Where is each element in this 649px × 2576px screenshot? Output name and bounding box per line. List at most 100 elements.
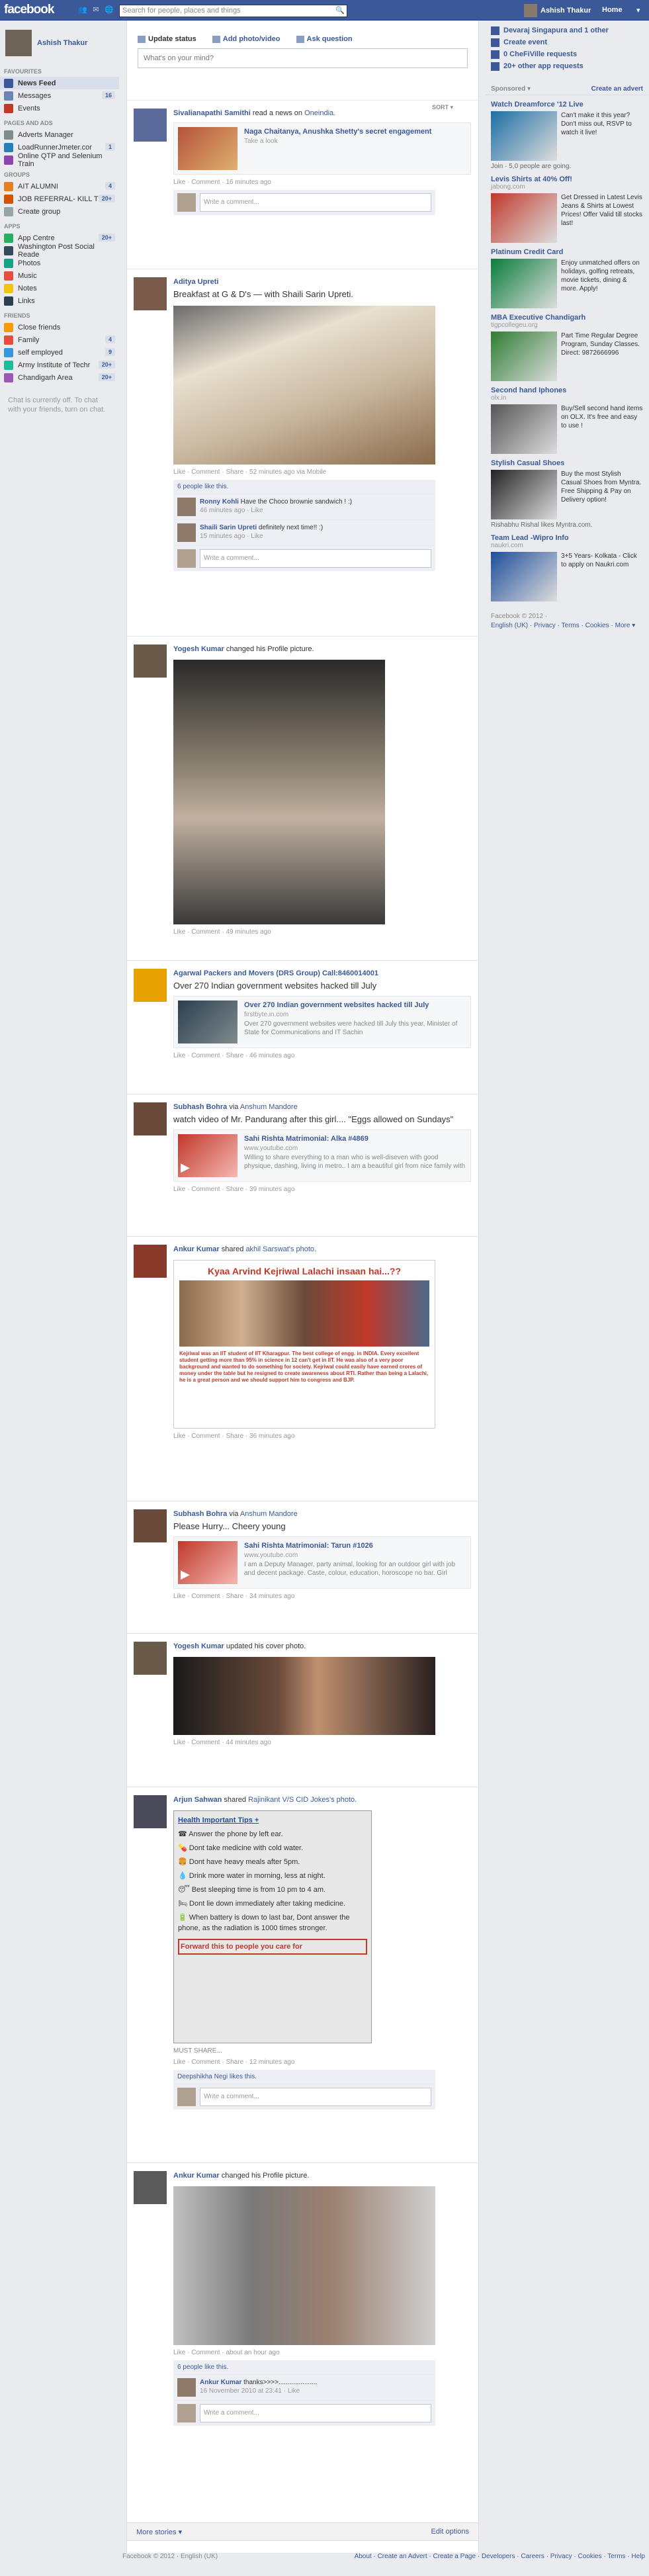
attachment-thumbnail[interactable]: ▶ [178, 1541, 238, 1584]
sponsored-ad[interactable]: MBA Executive Chandigarh tigpcollegeu.org… [486, 308, 648, 381]
sidebar-item-favourites[interactable]: Events [0, 102, 119, 114]
ad-title[interactable]: Watch Dreamforce '12 Live [491, 101, 643, 109]
sidebar-item-groups[interactable]: JOB REFERRAL- KILL TH 20+ [0, 193, 119, 205]
story-avatar[interactable] [134, 644, 167, 678]
story-actor[interactable]: Ankur Kumar [173, 1245, 220, 1253]
story-actor[interactable]: Sivalianapathi Samithi [173, 109, 251, 117]
chat-off-notice[interactable]: Chat is currently off. To chat with your… [0, 384, 119, 426]
add-photo-tab[interactable]: Add photo/video [212, 35, 281, 43]
shared-image[interactable]: Kyaa Arvind Kejriwal Lalachi insaan hai.… [173, 1260, 435, 1429]
story-avatar[interactable] [134, 1795, 167, 1828]
story-target[interactable]: Oneindia. [304, 109, 335, 117]
sidebar-item-groups[interactable]: Create group [0, 205, 119, 218]
comment-input[interactable]: Write a comment... [200, 549, 431, 568]
story-avatar[interactable] [134, 109, 167, 142]
story-attachment[interactable]: Naga Chaitanya, Anushka Shetty's secret … [173, 122, 471, 175]
story-meta[interactable]: Like · Comment · Share · 39 minutes ago [173, 1186, 471, 1193]
attachment-title[interactable]: Over 270 Indian government websites hack… [244, 1000, 466, 1010]
ask-question-tab[interactable]: Ask question [296, 35, 353, 43]
ad-image[interactable] [491, 193, 557, 243]
sponsored-label[interactable]: Sponsored ▾ [491, 85, 531, 93]
story-avatar[interactable] [134, 1245, 167, 1278]
comment-input[interactable]: Write a comment... [200, 2404, 431, 2422]
story-actor[interactable]: Subhash Bohra [173, 1103, 227, 1111]
comment-input[interactable]: Write a comment... [200, 193, 431, 212]
ad-title[interactable]: Stylish Casual Shoes [491, 459, 643, 467]
story-meta[interactable]: Like · Comment · Share · 36 minutes ago [173, 1433, 471, 1440]
home-link[interactable]: Home [602, 6, 623, 14]
sidebar-item-favourites[interactable]: Messages 16 [0, 89, 119, 102]
attachment-thumbnail[interactable]: ▶ [178, 1134, 238, 1177]
story-meta[interactable]: Like · Comment · 44 minutes ago [173, 1739, 471, 1746]
sidebar-item-apps[interactable]: Music [0, 269, 119, 282]
ad-title[interactable]: MBA Executive Chandigarh [491, 314, 643, 322]
attachment-title[interactable]: Sahi Rishta Matrimonial: Tarun #1026 [244, 1541, 466, 1550]
notifications-icon[interactable]: 🌐 [105, 5, 114, 14]
sidebar-item-groups[interactable]: AIT ALUMNI 4 [0, 180, 119, 193]
story-actor[interactable]: Yogesh Kumar [173, 1642, 224, 1650]
sponsored-ad[interactable]: Levis Shirts at 40% Off! jabong.com Get Dr… [486, 170, 648, 243]
story-photo[interactable] [173, 306, 435, 465]
attachment-title[interactable]: Sahi Rishta Matrimonial: Alka #4869 [244, 1134, 466, 1143]
sidebar-item-friends[interactable]: self employed 9 [0, 346, 119, 359]
ad-title[interactable]: Platinum Credit Card [491, 248, 643, 256]
sponsored-ad[interactable]: Stylish Casual Shoes Buy the most Stylish… [486, 454, 648, 529]
ad-image[interactable] [491, 332, 557, 381]
sidebar-item-apps[interactable]: Washington Post Social Reade [0, 243, 119, 259]
story-meta[interactable]: Like · Comment · 16 minutes ago [173, 179, 471, 186]
update-status-tab[interactable]: Update status [138, 35, 196, 43]
search-input[interactable]: Search for people, places and things [119, 5, 347, 17]
sidebar-item-friends[interactable]: Army Institute of Techr 20+ [0, 359, 119, 371]
comment-author[interactable]: Shaili Sarin Upreti [200, 524, 257, 531]
sidebar-item-pages[interactable]: Online QTP and Selenium Train [0, 152, 119, 168]
story-photo[interactable] [173, 2186, 435, 2345]
sidebar-item-friends[interactable]: Close friends [0, 321, 119, 333]
story-avatar[interactable] [134, 1102, 167, 1135]
attachment-title[interactable]: Naga Chaitanya, Anushka Shetty's secret … [244, 127, 431, 136]
story-target[interactable]: Anshum Mandore [240, 1510, 298, 1518]
comment-avatar[interactable] [177, 498, 196, 516]
ad-image[interactable] [491, 111, 557, 161]
sidebar-item-friends[interactable]: Chandigarh Area 20+ [0, 371, 119, 384]
story-avatar[interactable] [134, 1509, 167, 1542]
sidebar-item-favourites[interactable]: News Feed [0, 77, 119, 89]
story-avatar[interactable] [134, 277, 167, 310]
profile-link[interactable]: Ashish Thakur [0, 21, 119, 63]
story-actor[interactable]: Aditya Upreti [173, 278, 218, 286]
more-stories-link[interactable]: More stories ▾ [136, 2528, 182, 2536]
create-ad-link[interactable]: Create an advert [591, 85, 643, 93]
story-photo[interactable] [173, 660, 385, 924]
sidebar-item-apps[interactable]: Photos [0, 257, 119, 269]
story-actor[interactable]: Arjun Sahwan [173, 1796, 222, 1804]
sponsored-ad[interactable]: Team Lead -Wipro Info naukri.com 3+5 Years… [486, 529, 648, 601]
messages-icon[interactable]: ✉ [91, 5, 101, 14]
story-target[interactable]: Anshum Mandore [240, 1103, 298, 1111]
status-input[interactable]: What's on your mind? [138, 48, 468, 68]
sponsored-ad[interactable]: Second hand Iphones olx.in Buy/Sell second… [486, 381, 648, 454]
story-attachment[interactable]: ▶ Sahi Rishta Matrimonial: Alka #4869 www.… [173, 1130, 471, 1182]
attachment-thumbnail[interactable] [178, 127, 238, 170]
sidebar-item-pages[interactable]: Adverts Manager [0, 128, 119, 141]
ad-image[interactable] [491, 470, 557, 519]
ad-title[interactable]: Levis Shirts at 40% Off! [491, 175, 643, 183]
friend-requests-icon[interactable]: 👥 [78, 5, 87, 14]
ad-image[interactable] [491, 259, 557, 308]
ad-title[interactable]: Team Lead -Wipro Info [491, 534, 643, 542]
ad-image[interactable] [491, 552, 557, 601]
comment-author[interactable]: Ronny Kohli [200, 498, 239, 506]
story-meta[interactable]: Like · Comment · Share · 34 minutes ago [173, 1593, 471, 1600]
comment-input[interactable]: Write a comment... [200, 2088, 431, 2106]
facebook-logo[interactable]: facebook [4, 3, 54, 17]
story-avatar[interactable] [134, 2171, 167, 2204]
story-actor[interactable]: Yogesh Kumar [173, 645, 224, 653]
story-meta[interactable]: Like · Comment · about an hour ago [173, 2349, 471, 2356]
request-item[interactable]: Devaraj Singapura and 1 other [491, 24, 643, 36]
story-meta[interactable]: Like · Comment · Share · 52 minutes ago … [173, 468, 471, 476]
story-attachment[interactable]: Over 270 Indian government websites hack… [173, 996, 471, 1048]
story-target[interactable]: Rajinikant V/S CID Jokes's photo. [248, 1796, 357, 1804]
like-sentence[interactable]: 6 people like this. [173, 480, 435, 494]
like-sentence[interactable]: Deepshikha Negi likes this. [173, 2070, 435, 2084]
comment-avatar[interactable] [177, 2378, 196, 2397]
story-actor[interactable]: Ankur Kumar [173, 2172, 220, 2180]
request-item[interactable]: Create event [491, 36, 643, 48]
